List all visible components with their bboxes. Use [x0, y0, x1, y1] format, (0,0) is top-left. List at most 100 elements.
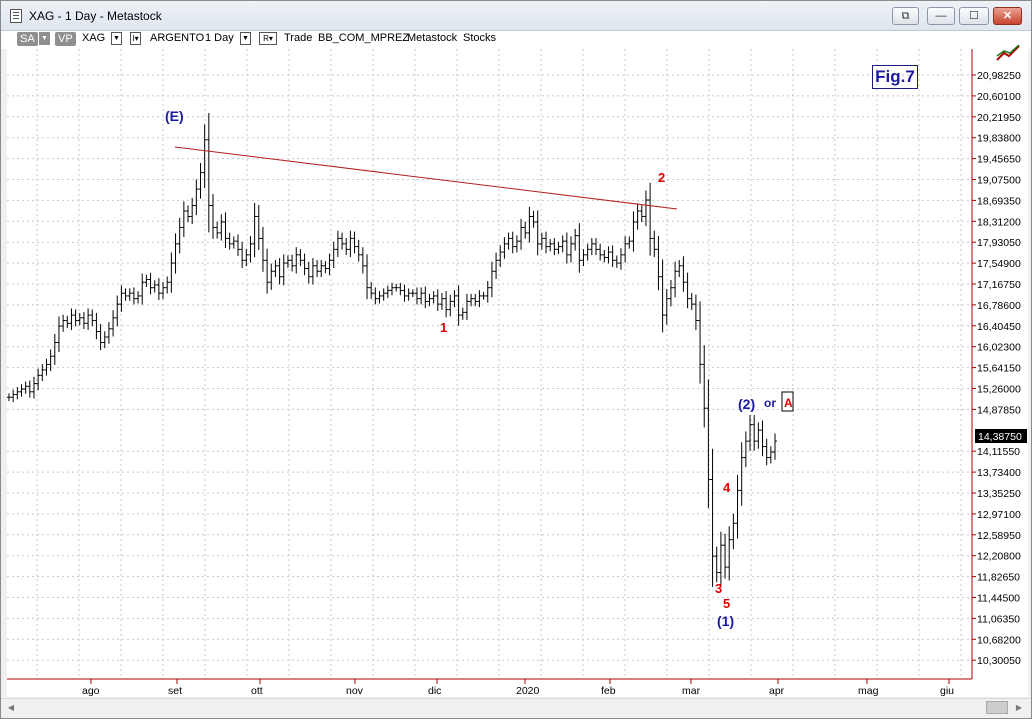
window-title: XAG - 1 Day - Metastock [29, 9, 162, 23]
ohlc-bar [202, 124, 207, 188]
ohlc-bar [706, 379, 711, 509]
ohlc-bar [119, 285, 124, 312]
ohlc-bar [639, 205, 644, 223]
title-bar[interactable]: XAG - 1 Day - Metastock ⧉ — ☐ ✕ [1, 1, 1031, 31]
price-tick-label: 10,30050 [977, 655, 1021, 667]
ohlc-bar [439, 292, 444, 310]
ohlc-bar [77, 313, 82, 326]
symbol-label[interactable]: XAG [82, 32, 105, 44]
wave-label-E: (E) [165, 108, 184, 124]
ohlc-bar [385, 285, 390, 298]
price-tick-label: 15,26000 [977, 384, 1021, 396]
price-tick-label: 13,73400 [977, 467, 1021, 479]
minimize-button[interactable]: — [927, 7, 955, 25]
time-tick-label: set [168, 685, 182, 697]
sa-button[interactable]: SA [17, 32, 38, 46]
ohlc-bar [136, 291, 141, 304]
ohlc-bar [718, 531, 723, 586]
scroll-thumb[interactable] [986, 701, 1008, 714]
float-window-button[interactable]: ⧉ [892, 7, 919, 25]
price-chart[interactable]: 20,98250 20,60100 20,21950 19,83800 19,45650… [7, 44, 1028, 697]
ohlc-bar [610, 245, 615, 268]
ohlc-bar [156, 278, 161, 300]
ohlc-bar [681, 256, 686, 292]
ohlc-bar [410, 289, 415, 298]
ohlc-bar [240, 241, 245, 268]
ohlc-bar [773, 433, 777, 460]
ohlc-bar [768, 446, 773, 464]
ohlc-bar [548, 239, 553, 252]
ohlc-bar [173, 233, 178, 274]
ohlc-bar [664, 289, 669, 325]
ohlc-bar [210, 194, 215, 239]
price-tick-label: 11,82650 [977, 572, 1020, 584]
ohlc-bar [90, 309, 95, 327]
wave-label-paren2: (2) [738, 396, 755, 412]
ohlc-bar [190, 197, 195, 225]
ohlc-bar [277, 258, 282, 285]
time-tick-label: apr [769, 685, 785, 697]
ohlc-bar [102, 331, 107, 349]
price-tick-label: 15,64150 [977, 363, 1021, 375]
ohlc-bar [61, 314, 66, 332]
ohlc-bar [648, 182, 653, 256]
ohlc-bar [144, 274, 149, 288]
ohlc-bar [394, 283, 399, 292]
ohlc-bar [344, 238, 349, 256]
ohlc-bar [235, 234, 240, 257]
ohlc-bar [585, 243, 590, 261]
ohlc-bar [11, 389, 16, 403]
ohlc-bar [606, 246, 611, 264]
ohlc-bar [269, 263, 274, 290]
chart-tool-icon[interactable] [994, 42, 1022, 64]
ohlc-bar [356, 239, 361, 262]
ohlc-bar [531, 210, 536, 228]
price-tick-label: 20,60100 [977, 91, 1021, 103]
ohlc-bar [602, 250, 607, 263]
ohlc-bar [702, 345, 707, 428]
ohlc-chart-svg[interactable]: 20,98250 20,60100 20,21950 19,83800 19,45650… [7, 49, 1028, 697]
ohlc-bar [23, 381, 28, 394]
ohlc-bar [552, 238, 557, 256]
ohlc-bar [535, 210, 540, 256]
maximize-button[interactable]: ☐ [959, 7, 989, 25]
sa-dropdown-icon[interactable]: ▼ [39, 32, 50, 45]
ohlc-bar [481, 292, 486, 300]
ohlc-bar [69, 308, 74, 331]
ohlc-bar [140, 273, 145, 305]
ohlc-bar [335, 230, 340, 258]
price-tick-label: 19,45650 [977, 154, 1021, 166]
ohlc-bar [473, 293, 478, 307]
periodicity-dropdown-icon[interactable]: ▼ [240, 32, 251, 45]
close-button[interactable]: ✕ [993, 7, 1022, 25]
ohlc-bar [127, 288, 132, 301]
chart-window: XAG - 1 Day - Metastock ⧉ — ☐ ✕ SA ▼ VP … [0, 0, 1032, 719]
wave-label-1: 1 [440, 320, 447, 335]
ohlc-bar [310, 258, 315, 285]
vp-button[interactable]: VP [55, 32, 76, 46]
ohlc-bar [294, 247, 299, 274]
ohlc-bar [252, 203, 257, 258]
ohlc-bar [360, 247, 365, 274]
scroll-right-icon[interactable]: ▶ [1011, 701, 1027, 714]
symbol-dropdown-icon[interactable]: ▼ [111, 32, 122, 45]
ohlc-bar [381, 288, 386, 301]
ohlc-bar [589, 238, 594, 256]
ohlc-bar [652, 230, 657, 258]
ohlc-bar [660, 259, 665, 333]
horizontal-scrollbar[interactable]: ◀ ▶ [1, 698, 1031, 715]
ohlc-bar [331, 241, 336, 268]
price-tick-label: 13,35250 [977, 488, 1021, 500]
ohlc-bar [27, 380, 32, 398]
ohlc-bar [373, 287, 378, 305]
r-dropdown-button[interactable]: R▾ [259, 32, 277, 45]
ohlc-bar [219, 214, 224, 241]
ohlc-bar [365, 254, 370, 300]
mode-label: Trade [284, 32, 313, 44]
periodicity-label[interactable]: 1 Day [205, 32, 234, 44]
ohlc-bar [194, 179, 199, 216]
time-tick-label: dic [428, 685, 441, 697]
time-tick-label: mag [858, 685, 879, 697]
i-dropdown-button[interactable]: I▾ [130, 32, 141, 45]
scroll-left-icon[interactable]: ◀ [3, 701, 19, 714]
